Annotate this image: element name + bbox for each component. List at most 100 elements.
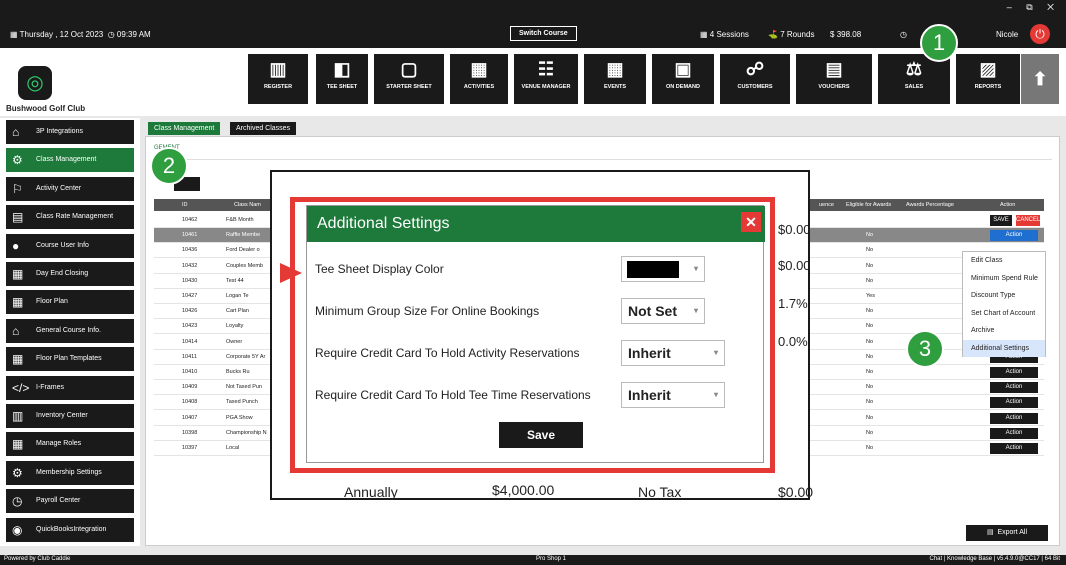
column-header[interactable]: Action [1000,202,1015,208]
sidebar-item-label: Class Management [36,156,97,164]
sidebar-item-inventory-center[interactable]: ▥ Inventory Center [6,404,134,428]
sidebar-item-icon: ▦ [12,295,24,310]
sessions-count[interactable]: ▦ 4 Sessions [700,30,749,39]
toolbar-button-register[interactable]: ▥ REGISTER [248,54,308,104]
tee-time-cc-select[interactable]: Inherit ▾ [621,382,725,408]
toolbar-button-reports[interactable]: ▨ REPORTS [956,54,1020,104]
menu-item-additional-settings[interactable]: Additional Settings [963,339,1045,357]
price-value: $0.00 [778,222,811,237]
menu-item-minimum-spend-rule[interactable]: Minimum Spend Rule [963,270,1045,288]
menu-item-discount-type[interactable]: Discount Type [963,287,1045,305]
sidebar-item-quickbooksintegration[interactable]: ◉ QuickBooksIntegration [6,517,134,542]
sidebar-item-activity-center[interactable]: ⚐ Activity Center [6,176,134,201]
row-id: 10426 [182,308,198,315]
activity-cc-select[interactable]: Inherit ▾ [621,340,725,366]
toolbar-button-tee-sheet[interactable]: ◧ TEE SHEET [316,54,368,104]
action-button[interactable]: Action [990,382,1038,394]
row-eligible: No [866,414,874,421]
column-header[interactable]: ID [182,202,188,208]
row-eligible: No [866,338,874,345]
toolbar-button-events[interactable]: ▦ EVENTS [584,54,646,104]
save-row-button[interactable]: SAVE [990,215,1012,226]
workstation-name: Pro Shop 1 [536,556,567,562]
version-info[interactable]: Chat | Knowledge Base | v5.4.9.0@CC17 | … [929,556,1060,562]
sidebar-item-class-management[interactable]: ⚙ Class Management [6,148,134,173]
tab-archived-classes[interactable]: Archived Classes [230,122,297,135]
powered-by: Powered by Club Caddie [4,556,71,562]
toolbar-button-on-demand[interactable]: ▣ ON DEMAND [652,54,714,104]
toolbar-button-customers[interactable]: ☍ CUSTOMERS [720,54,790,104]
row-class-name: Bucks Ru [226,369,250,375]
action-button[interactable]: Action [990,412,1038,424]
sales-amount[interactable]: $ 398.08 [830,30,861,39]
activity-cc-label: Require Credit Card To Hold Activity Res… [315,346,580,360]
arrow-up-icon: ⬆ [1032,69,1048,89]
action-button[interactable]: Action [990,427,1038,439]
row-id: 10411 [182,353,197,360]
step-badge-1: 1 [920,24,958,62]
save-button[interactable]: Save [499,422,583,448]
sidebar-item-day-end-closing[interactable]: ▦ Day End Closing [6,262,134,286]
activities-icon: ▦ [470,59,488,79]
column-header[interactable]: Class Nam [234,202,261,208]
close-icon[interactable]: ✕ [741,212,761,232]
toolbar-button-vouchers[interactable]: ▤ VOUCHERS [796,54,872,104]
pointer-arrow [280,263,302,283]
sidebar-item-3p-integrations[interactable]: ⌂ 3P Integrations [6,120,134,144]
sidebar-item-membership-settings[interactable]: ⚙ Membership Settings [6,460,134,485]
toolbar-button-venue-manager[interactable]: ☷ VENUE MANAGER [514,54,578,104]
power-icon[interactable]: ⏻ [1030,24,1050,44]
window-controls[interactable]: – ⧉ ✕ [1007,2,1060,13]
sidebar-item-label: Inventory Center [36,412,88,419]
toolbar-button-label: REGISTER [263,84,293,90]
cancel-row-button[interactable]: CANCEL [1016,215,1040,226]
step-badge-2: 2 [150,147,188,185]
sidebar-item-general-course-info-[interactable]: ⌂ General Course Info. [6,318,134,343]
tab-class-management[interactable]: Class Management [148,122,221,135]
action-button[interactable]: Action [990,443,1038,454]
sidebar-item-icon: ⌂ [12,323,20,338]
sidebar-item-course-user-info[interactable]: ● Course User Info [6,233,134,258]
row-class-name: Test 44 [226,277,244,284]
tee-sheet-color-picker[interactable]: ▾ [621,256,705,282]
row-class-name: Taxed Punch [226,399,258,406]
menu-item-archive[interactable]: Archive [963,322,1045,340]
row-class-name: Corporate 5Y Ar [226,353,266,360]
sidebar-item-icon: ▥ [12,409,24,423]
sidebar-item-floor-plan[interactable]: ▦ Floor Plan [6,290,134,315]
row-id: 10436 [182,247,198,254]
row-id: 10430 [182,277,198,284]
column-header[interactable]: Eligible for Awards [846,202,891,208]
export-all-button[interactable]: ▤ Export All [966,525,1048,541]
sidebar-item-payroll-center[interactable]: ◷ Payroll Center [6,489,134,514]
toolbar-button-label: ON DEMAND [666,84,700,90]
sidebar-item-floor-plan-templates[interactable]: ▦ Floor Plan Templates [6,347,134,372]
row-eligible: No [866,369,874,375]
menu-item-set-chart-of-account[interactable]: Set Chart of Account [963,305,1045,323]
sidebar-item-label: QuickBooksIntegration [36,525,107,533]
sidebar-item-class-rate-management[interactable]: ▤ Class Rate Management [6,205,134,230]
row-id: 10397 [182,445,198,451]
chevron-down-icon: ▾ [693,264,698,273]
sidebar-item-label: Class Rate Management [36,213,114,221]
sidebar-item-i-frames[interactable]: </> I-Frames [6,375,134,400]
tee-time-cc-label: Require Credit Card To Hold Tee Time Res… [315,388,591,402]
action-button[interactable]: Action [990,367,1038,378]
scroll-up-button[interactable]: ⬆ [1021,54,1059,104]
user-name[interactable]: Nicole [996,30,1018,39]
row-class-name: Loyalty [226,323,244,330]
toolbar-button-activities[interactable]: ▦ ACTIVITIES [450,54,508,104]
column-header[interactable]: Awards Percentage [906,202,954,208]
row-eligible: No [866,277,874,284]
action-button[interactable]: Action [990,397,1038,409]
action-button[interactable]: Action [990,230,1038,242]
menu-item-edit-class[interactable]: Edit Class [963,252,1045,270]
switch-course-button[interactable]: Switch Course [510,26,577,41]
toolbar-button-starter-sheet[interactable]: ▢ STARTER SHEET [374,54,444,104]
row-class-name: Cart Plan [226,308,249,315]
column-header[interactable]: uence [819,202,834,208]
tee-sheet-color-label: Tee Sheet Display Color [315,262,444,276]
min-group-size-select[interactable]: Not Set ▾ [621,298,705,324]
rounds-count[interactable]: ⛳ 7 Rounds [768,30,814,39]
sidebar-item-manage-roles[interactable]: ▦ Manage Roles [6,432,134,457]
